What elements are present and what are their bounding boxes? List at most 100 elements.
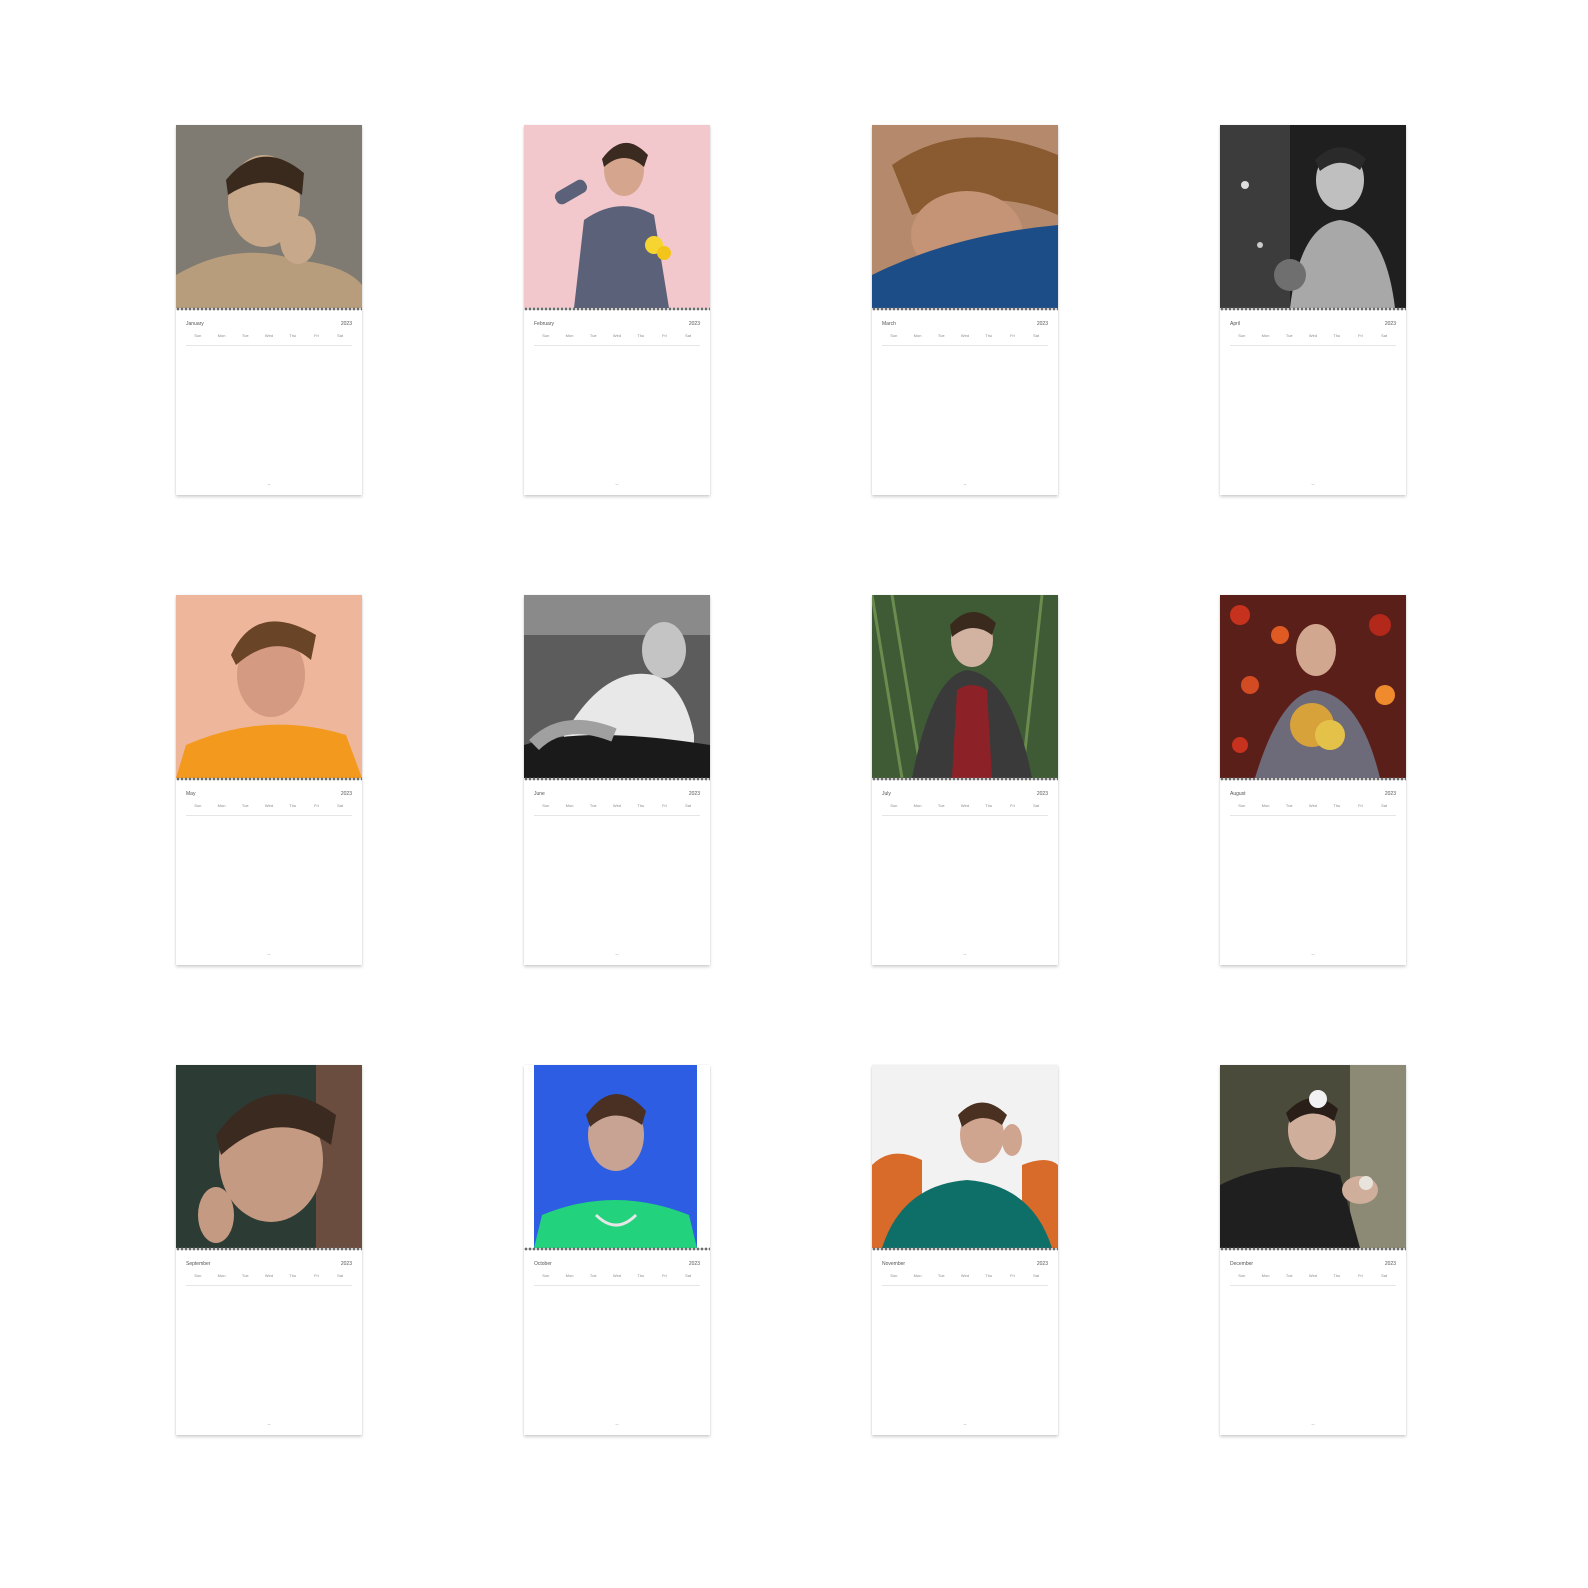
month-name: December: [1230, 1261, 1254, 1267]
spiral-binding: [1220, 306, 1406, 312]
week-row: [186, 816, 352, 844]
month-name: January: [186, 321, 204, 327]
weekday-label: Sun: [542, 333, 550, 338]
month-year: 2023: [688, 1261, 700, 1267]
week-row: [882, 402, 1048, 430]
weekday-label: Sat: [1381, 803, 1388, 808]
weekday-label: Wed: [612, 803, 622, 808]
weekday-label: Mon: [565, 1273, 574, 1278]
spiral-binding: [872, 776, 1058, 782]
photo-june: [524, 595, 710, 778]
month-name: February: [534, 321, 555, 327]
week-row: [1230, 872, 1396, 900]
month-year: 2023: [688, 791, 700, 797]
month-grid-september: September 2023 Sun Mon Tue Wed Thu Fri S…: [186, 1261, 352, 1427]
photo-september: [176, 1065, 362, 1248]
page-footer-mark: [267, 484, 271, 485]
month-year: 2023: [1036, 1261, 1048, 1267]
week-row: [534, 1314, 700, 1342]
weekday-label: Tue: [1285, 803, 1293, 808]
weekday-label: Sun: [542, 1273, 550, 1278]
weekday-label: Wed: [264, 803, 274, 808]
weekday-label: Mon: [217, 803, 226, 808]
month-name: September: [186, 1261, 211, 1267]
calendar-page-november[interactable]: November 2023 Sun Mon Tue Wed Thu Fri Sa…: [872, 1065, 1058, 1435]
month-year: 2023: [1036, 791, 1048, 797]
week-row: [534, 844, 700, 872]
calendar-page-march[interactable]: March 2023 Sun Mon Tue Wed Thu Fri Sat: [872, 125, 1058, 495]
month-grid-april: April 2023 Sun Mon Tue Wed Thu Fri Sat: [1230, 321, 1396, 487]
photo-may: [176, 595, 362, 778]
week-row: [882, 374, 1048, 402]
week-row: [882, 872, 1048, 900]
weekday-label: Thu: [637, 1273, 645, 1278]
page-footer-mark: [1311, 954, 1315, 955]
calendar-page-june[interactable]: June 2023 Sun Mon Tue Wed Thu Fri Sat: [524, 595, 710, 965]
photo-november: [872, 1065, 1058, 1248]
photo-march: [872, 125, 1058, 308]
calendar-grid: January 2023 Sun Mon Tue Wed Thu Fri Sat: [176, 125, 1406, 1435]
week-row: [186, 1398, 352, 1426]
calendar-page-september[interactable]: September 2023 Sun Mon Tue Wed Thu Fri S…: [176, 1065, 362, 1435]
weekday-header: Sun Mon Tue Wed Thu Fri Sat: [186, 333, 352, 346]
weekday-label: Sat: [1381, 1273, 1388, 1278]
weekday-label: Mon: [1261, 1273, 1270, 1278]
spiral-binding: [1220, 776, 1406, 782]
weekday-label: Tue: [1285, 1273, 1293, 1278]
weekday-header: Sun Mon Tue Wed Thu Fri Sat: [882, 333, 1048, 346]
calendar-page-december[interactable]: December 2023 Sun Mon Tue Wed Thu Fri Sa…: [1220, 1065, 1406, 1435]
weekday-label: Mon: [217, 1273, 226, 1278]
week-row: [882, 458, 1048, 486]
weekday-label: Sun: [542, 803, 550, 808]
weekday-label: Sun: [194, 803, 202, 808]
month-year: 2023: [1036, 321, 1048, 327]
weekday-label: Wed: [960, 1273, 970, 1278]
spiral-binding: [872, 306, 1058, 312]
weekday-label: Thu: [289, 1273, 297, 1278]
weekday-header: Sun Mon Tue Wed Thu Fri Sat: [186, 1273, 352, 1286]
weekday-label: Sat: [1033, 803, 1040, 808]
page-footer-mark: [615, 484, 619, 485]
spiral-binding: [524, 1246, 710, 1252]
week-row: [882, 816, 1048, 844]
page-footer-mark: [615, 954, 619, 955]
week-row: [534, 816, 700, 844]
week-row: [882, 900, 1048, 928]
week-row: [534, 1398, 700, 1426]
week-row: [882, 1370, 1048, 1398]
month-name: November: [882, 1261, 906, 1267]
calendar-page-july[interactable]: July 2023 Sun Mon Tue Wed Thu Fri Sat: [872, 595, 1058, 965]
weekday-label: Tue: [937, 1273, 945, 1278]
weekday-label: Sun: [890, 333, 898, 338]
calendar-page-january[interactable]: January 2023 Sun Mon Tue Wed Thu Fri Sat: [176, 125, 362, 495]
photo-april: [1220, 125, 1406, 308]
calendar-page-may[interactable]: May 2023 Sun Mon Tue Wed Thu Fri Sat: [176, 595, 362, 965]
week-row: [1230, 374, 1396, 402]
weekday-label: Mon: [565, 333, 574, 338]
weekday-label: Thu: [1333, 1273, 1341, 1278]
month-grid-december: December 2023 Sun Mon Tue Wed Thu Fri Sa…: [1230, 1261, 1396, 1427]
calendar-page-october[interactable]: October 2023 Sun Mon Tue Wed Thu Fri Sat: [524, 1065, 710, 1435]
weekday-label: Fri: [1010, 803, 1015, 808]
week-row: [186, 1314, 352, 1342]
calendar-page-august[interactable]: August 2023 Sun Mon Tue Wed Thu Fri Sat: [1220, 595, 1406, 965]
page-footer-mark: [615, 1424, 619, 1425]
week-row: [186, 458, 352, 486]
calendar-page-february[interactable]: February 2023 Sun Mon Tue Wed Thu Fri Sa…: [524, 125, 710, 495]
weekday-label: Mon: [1261, 803, 1270, 808]
spiral-binding: [176, 306, 362, 312]
calendar-page-april[interactable]: April 2023 Sun Mon Tue Wed Thu Fri Sat: [1220, 125, 1406, 495]
photo-december: [1220, 1065, 1406, 1248]
weekday-label: Tue: [1285, 333, 1293, 338]
weekday-label: Fri: [1358, 803, 1363, 808]
weekday-label: Sun: [194, 333, 202, 338]
week-row: [534, 430, 700, 458]
weekday-label: Thu: [637, 333, 645, 338]
week-row: [534, 402, 700, 430]
weekday-header: Sun Mon Tue Wed Thu Fri Sat: [186, 803, 352, 816]
weekday-label: Sat: [685, 803, 692, 808]
weekday-label: Sun: [1238, 1273, 1246, 1278]
spiral-binding: [176, 1246, 362, 1252]
weekday-label: Sat: [1033, 1273, 1040, 1278]
week-row: [186, 402, 352, 430]
